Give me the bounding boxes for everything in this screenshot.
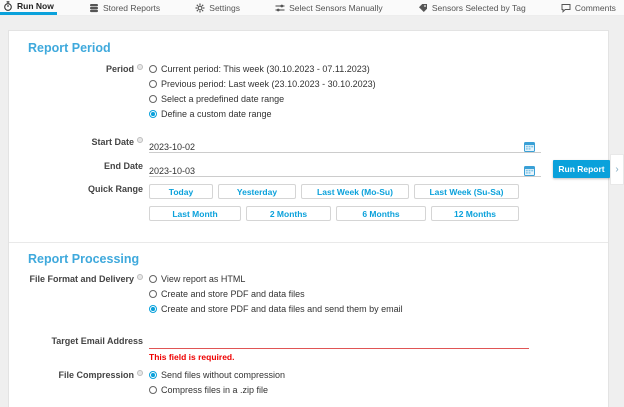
- radio-current-period[interactable]: Current period: This week (30.10.2023 - …: [149, 64, 600, 74]
- radio-icon: [149, 80, 157, 88]
- tab-label: Sensors Selected by Tag: [432, 3, 526, 13]
- info-icon[interactable]: [137, 274, 143, 280]
- tab-bar: Run Now Stored Reports Settings Select S…: [0, 0, 624, 16]
- quick-range-12-months-button[interactable]: 12 Months: [431, 206, 519, 221]
- tag-icon: [418, 3, 428, 13]
- target-email-row: Target Email Address This field is requi…: [9, 336, 600, 362]
- radio-previous-period[interactable]: Previous period: Last week (23.10.2023 -…: [149, 79, 600, 89]
- end-date-row: End Date 2023-10-03: [9, 161, 600, 177]
- calendar-icon[interactable]: [524, 163, 535, 181]
- side-panel-expand-handle[interactable]: ›: [610, 154, 624, 185]
- quick-range-6-months-button[interactable]: 6 Months: [336, 206, 426, 221]
- radio-no-compression[interactable]: Send files without compression: [149, 370, 600, 380]
- validation-error-message: This field is required.: [149, 352, 600, 362]
- radio-zip-compression[interactable]: Compress files in a .zip file: [149, 385, 600, 395]
- radio-icon-selected: [149, 305, 157, 313]
- file-format-label: File Format and Delivery: [9, 274, 143, 284]
- quick-range-2-months-button[interactable]: 2 Months: [246, 206, 331, 221]
- period-label: Period: [9, 64, 143, 74]
- tab-run-now[interactable]: Run Now: [0, 0, 57, 15]
- file-compression-label: File Compression: [9, 370, 143, 380]
- tab-label: Stored Reports: [103, 3, 160, 13]
- report-processing-heading: Report Processing: [28, 252, 139, 266]
- quick-range-yesterday-button[interactable]: Yesterday: [218, 184, 296, 199]
- radio-icon: [149, 65, 157, 73]
- info-icon[interactable]: [137, 137, 143, 143]
- radio-icon: [149, 386, 157, 394]
- file-compression-row: File Compression Send files without comp…: [9, 370, 600, 395]
- radio-store-pdf-email[interactable]: Create and store PDF and data files and …: [149, 304, 600, 314]
- tab-select-sensors-manually[interactable]: Select Sensors Manually: [272, 0, 386, 15]
- tab-label: Run Now: [17, 1, 54, 11]
- run-report-button[interactable]: Run Report: [553, 160, 610, 178]
- quick-range-row-2: Last Month 2 Months 6 Months 12 Months: [149, 206, 519, 221]
- quick-range-row-1: Today Yesterday Last Week (Mo-Su) Last W…: [149, 184, 519, 199]
- period-row: Period Current period: This week (30.10.…: [9, 64, 600, 119]
- radio-view-html[interactable]: View report as HTML: [149, 274, 600, 284]
- gear-icon: [195, 3, 205, 13]
- info-icon[interactable]: [137, 370, 143, 376]
- calendar-icon[interactable]: [524, 139, 535, 157]
- file-compression-options: Send files without compression Compress …: [149, 370, 600, 395]
- report-period-heading: Report Period: [28, 41, 111, 55]
- tab-label: Select Sensors Manually: [289, 3, 383, 13]
- stopwatch-icon: [3, 1, 13, 11]
- tab-settings[interactable]: Settings: [192, 0, 243, 15]
- tab-comments[interactable]: Comments: [558, 0, 619, 15]
- comment-icon: [561, 3, 571, 13]
- info-icon[interactable]: [137, 64, 143, 70]
- radio-predefined-range[interactable]: Select a predefined date range: [149, 94, 600, 104]
- sliders-icon: [275, 3, 285, 13]
- section-divider: [9, 242, 608, 243]
- start-date-row: Start Date 2023-10-02: [9, 137, 600, 153]
- quick-range-last-week-su-sa-button[interactable]: Last Week (Su-Sa): [414, 184, 519, 199]
- end-date-label: End Date: [9, 161, 143, 171]
- start-date-input[interactable]: 2023-10-02: [149, 137, 541, 153]
- file-format-row: File Format and Delivery View report as …: [9, 274, 600, 314]
- tab-label: Comments: [575, 3, 616, 13]
- start-date-label: Start Date: [9, 137, 143, 147]
- database-icon: [89, 3, 99, 13]
- radio-store-pdf[interactable]: Create and store PDF and data files: [149, 289, 600, 299]
- radio-icon-selected: [149, 371, 157, 379]
- radio-icon: [149, 290, 157, 298]
- radio-icon: [149, 275, 157, 283]
- radio-icon: [149, 95, 157, 103]
- end-date-input[interactable]: 2023-10-03: [149, 161, 541, 177]
- report-settings-card: Report Period Period Current period: Thi…: [8, 30, 609, 407]
- tab-sensors-selected-by-tag[interactable]: Sensors Selected by Tag: [415, 0, 529, 15]
- radio-icon-selected: [149, 110, 157, 118]
- chevron-right-icon: ›: [615, 164, 618, 175]
- quick-range-label: Quick Range: [9, 184, 143, 194]
- period-options: Current period: This week (30.10.2023 - …: [149, 64, 600, 119]
- file-format-options: View report as HTML Create and store PDF…: [149, 274, 600, 314]
- quick-range-last-month-button[interactable]: Last Month: [149, 206, 241, 221]
- quick-range-last-week-mo-su-button[interactable]: Last Week (Mo-Su): [301, 184, 409, 199]
- quick-range-today-button[interactable]: Today: [149, 184, 213, 199]
- target-email-input[interactable]: [149, 336, 529, 349]
- tab-label: Settings: [209, 3, 240, 13]
- tab-stored-reports[interactable]: Stored Reports: [86, 0, 163, 15]
- quick-range-row: Quick Range Today Yesterday Last Week (M…: [9, 184, 600, 228]
- target-email-label: Target Email Address: [9, 336, 143, 346]
- radio-custom-range[interactable]: Define a custom date range: [149, 109, 600, 119]
